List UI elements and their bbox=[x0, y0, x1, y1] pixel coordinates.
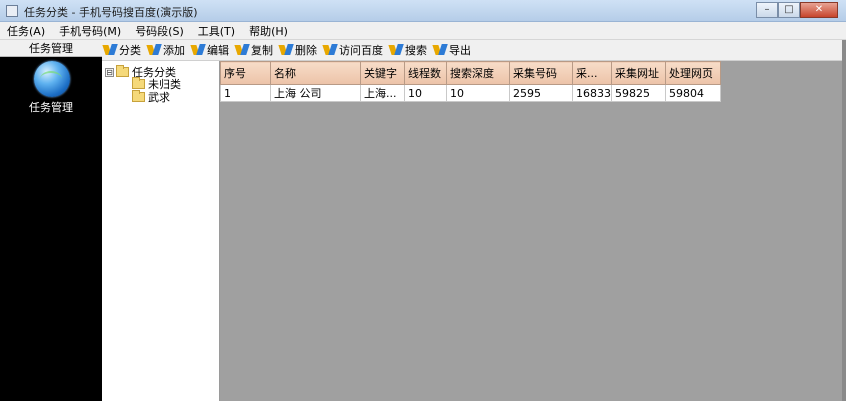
nav-item-task-management[interactable]: 任务管理 bbox=[0, 99, 102, 115]
copy-button[interactable]: 复制 bbox=[236, 42, 273, 58]
window-title: 任务分类 - 手机号码搜百度(演示版) bbox=[24, 6, 198, 19]
v-logo-icon bbox=[148, 44, 161, 56]
toolbar-label: 搜索 bbox=[405, 44, 427, 57]
menu-number-segment[interactable]: 号码段(S) bbox=[128, 23, 191, 39]
v-logo-icon bbox=[104, 44, 117, 56]
column-header[interactable]: 关键字 bbox=[360, 61, 405, 85]
column-header[interactable]: 名称 bbox=[270, 61, 361, 85]
app-icon bbox=[6, 5, 18, 17]
table-header-row: 序号 名称 关键字 线程数 搜索深度 采集号码 采... 采集网址 处理网页 bbox=[220, 61, 721, 85]
menu-help[interactable]: 帮助(H) bbox=[242, 23, 295, 39]
menu-bar: 任务(A) 手机号码(M) 号码段(S) 工具(T) 帮助(H) bbox=[0, 22, 846, 40]
v-logo-icon bbox=[280, 44, 293, 56]
visit-baidu-button[interactable]: 访问百度 bbox=[324, 42, 383, 58]
toolbar-label: 访问百度 bbox=[339, 44, 383, 57]
toolbar-label: 添加 bbox=[163, 44, 185, 57]
folder-icon bbox=[132, 90, 145, 102]
menu-task[interactable]: 任务(A) bbox=[0, 23, 52, 39]
column-header[interactable]: 采... bbox=[572, 61, 612, 85]
table-cell: 10 bbox=[446, 84, 510, 102]
column-header[interactable]: 采集网址 bbox=[611, 61, 666, 85]
column-header[interactable]: 处理网页 bbox=[665, 61, 721, 85]
column-header[interactable]: 线程数 bbox=[404, 61, 447, 85]
window-controls: – □ ✕ bbox=[756, 2, 838, 18]
table-cell: 2595 bbox=[509, 84, 573, 102]
v-logo-icon bbox=[434, 44, 447, 56]
table-cell: 上海 公司 bbox=[270, 84, 361, 102]
collapse-icon[interactable]: ⊟ bbox=[105, 67, 114, 77]
left-nav-panel: 任务管理 任务管理 bbox=[0, 40, 102, 401]
close-button[interactable]: ✕ bbox=[800, 2, 838, 18]
menu-tools[interactable]: 工具(T) bbox=[191, 23, 242, 39]
column-header[interactable]: 序号 bbox=[220, 61, 271, 85]
v-logo-icon bbox=[236, 44, 249, 56]
column-header[interactable]: 采集号码 bbox=[509, 61, 573, 85]
category-tree: ⊟ 任务分类 未归类 武求 bbox=[102, 61, 220, 401]
table-cell: 16833 bbox=[572, 84, 612, 102]
delete-button[interactable]: 删除 bbox=[280, 42, 317, 58]
v-logo-icon bbox=[390, 44, 403, 56]
table-cell: 1 bbox=[220, 84, 271, 102]
column-header[interactable]: 搜索深度 bbox=[446, 61, 510, 85]
task-table: 序号 名称 关键字 线程数 搜索深度 采集号码 采... 采集网址 处理网页 1… bbox=[220, 61, 721, 102]
table-cell: 59825 bbox=[611, 84, 666, 102]
category-button[interactable]: 分类 bbox=[104, 42, 141, 58]
table-cell: 上海... bbox=[360, 84, 405, 102]
toolbar-label: 删除 bbox=[295, 44, 317, 57]
tree-item-wuqiu[interactable]: 武求 bbox=[132, 89, 170, 105]
toolbar-label: 编辑 bbox=[207, 44, 229, 57]
edit-button[interactable]: 编辑 bbox=[192, 42, 229, 58]
v-logo-icon bbox=[324, 44, 337, 56]
window-edge bbox=[842, 40, 846, 401]
table-cell: 10 bbox=[404, 84, 447, 102]
toolbar-label: 分类 bbox=[119, 44, 141, 57]
title-bar: 任务分类 - 手机号码搜百度(演示版) – □ ✕ bbox=[0, 0, 846, 22]
table-cell: 59804 bbox=[665, 84, 721, 102]
search-button[interactable]: 搜索 bbox=[390, 42, 427, 58]
minimize-button[interactable]: – bbox=[756, 2, 778, 18]
folder-icon bbox=[116, 65, 129, 77]
tree-item-label: 武求 bbox=[148, 91, 170, 104]
globe-icon[interactable] bbox=[34, 61, 70, 97]
folder-icon bbox=[132, 77, 145, 89]
table-row[interactable]: 1 上海 公司 上海... 10 10 2595 16833 59825 598… bbox=[220, 84, 721, 102]
toolbar: 分类 添加 编辑 复制 删除 访问百度 搜索 导出 bbox=[102, 40, 846, 61]
export-button[interactable]: 导出 bbox=[434, 42, 471, 58]
toolbar-label: 导出 bbox=[449, 44, 471, 57]
left-nav-header: 任务管理 bbox=[0, 40, 102, 57]
toolbar-label: 复制 bbox=[251, 44, 273, 57]
task-grid-area: 序号 名称 关键字 线程数 搜索深度 采集号码 采... 采集网址 处理网页 1… bbox=[220, 61, 842, 401]
maximize-button[interactable]: □ bbox=[778, 2, 800, 18]
menu-phone-number[interactable]: 手机号码(M) bbox=[52, 23, 128, 39]
v-logo-icon bbox=[192, 44, 205, 56]
add-button[interactable]: 添加 bbox=[148, 42, 185, 58]
